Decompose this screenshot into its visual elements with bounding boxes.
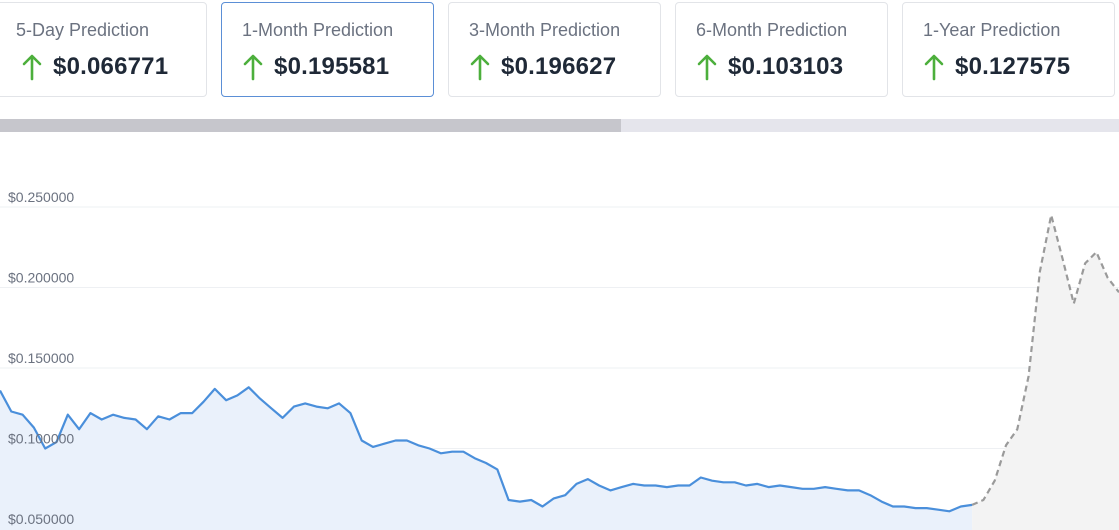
- card-label: 1-Month Prediction: [242, 20, 394, 40]
- card-value: 0.127575: [968, 53, 1071, 80]
- card-1-year[interactable]: 1-Year Prediction $ 0.127575: [902, 2, 1115, 97]
- card-label: 5-Day Prediction: [16, 20, 150, 40]
- arrow-up-icon: [697, 54, 717, 81]
- card-currency: $: [274, 53, 288, 80]
- horizontal-scrollbar[interactable]: [0, 119, 1119, 132]
- card-currency: $: [53, 53, 67, 80]
- card-value: 0.066771: [66, 53, 169, 80]
- card-value-row: $ 0.127575: [923, 53, 1070, 81]
- y-tick-label: $0.050000: [8, 511, 74, 527]
- y-tick-label: $0.100000: [8, 431, 74, 447]
- y-tick-label: $0.250000: [8, 189, 74, 205]
- card-currency: $: [501, 53, 515, 80]
- price-chart: $0.050000 $0.100000 $0.150000 $0.200000 $0.2…: [0, 189, 1119, 530]
- card-label: 6-Month Prediction: [696, 20, 848, 40]
- card-value-row: $ 0.196627: [469, 53, 616, 81]
- card-value: 0.103103: [741, 53, 844, 80]
- card-6-month[interactable]: 6-Month Prediction $ 0.103103: [675, 2, 888, 97]
- card-label: 3-Month Prediction: [469, 20, 621, 40]
- card-value-row: $ 0.103103: [696, 53, 843, 81]
- arrow-up-icon: [470, 54, 490, 81]
- y-tick-label: $0.150000: [8, 350, 74, 366]
- arrow-up-icon: [924, 54, 944, 81]
- card-value: 0.195581: [287, 53, 390, 80]
- card-label: 1-Year Prediction: [923, 20, 1061, 40]
- card-5-day[interactable]: 5-Day Prediction $ 0.066771: [0, 2, 207, 97]
- card-3-month[interactable]: 3-Month Prediction $ 0.196627: [448, 2, 661, 97]
- card-currency: $: [955, 53, 969, 80]
- card-currency: $: [728, 53, 742, 80]
- arrow-up-icon: [243, 54, 263, 81]
- card-value: 0.196627: [514, 53, 617, 80]
- prediction-cards: 5-Day Prediction $ 0.066771 1-Month Pred…: [0, 0, 1119, 100]
- historical-area: [0, 387, 973, 530]
- scrollbar-thumb[interactable]: [0, 119, 622, 132]
- card-value-row: $ 0.195581: [242, 53, 389, 81]
- card-1-month[interactable]: 1-Month Prediction $ 0.195581: [221, 2, 434, 97]
- arrow-up-icon: [22, 54, 42, 81]
- card-value-row: $ 0.066771: [21, 53, 168, 81]
- y-tick-label: $0.200000: [8, 270, 74, 286]
